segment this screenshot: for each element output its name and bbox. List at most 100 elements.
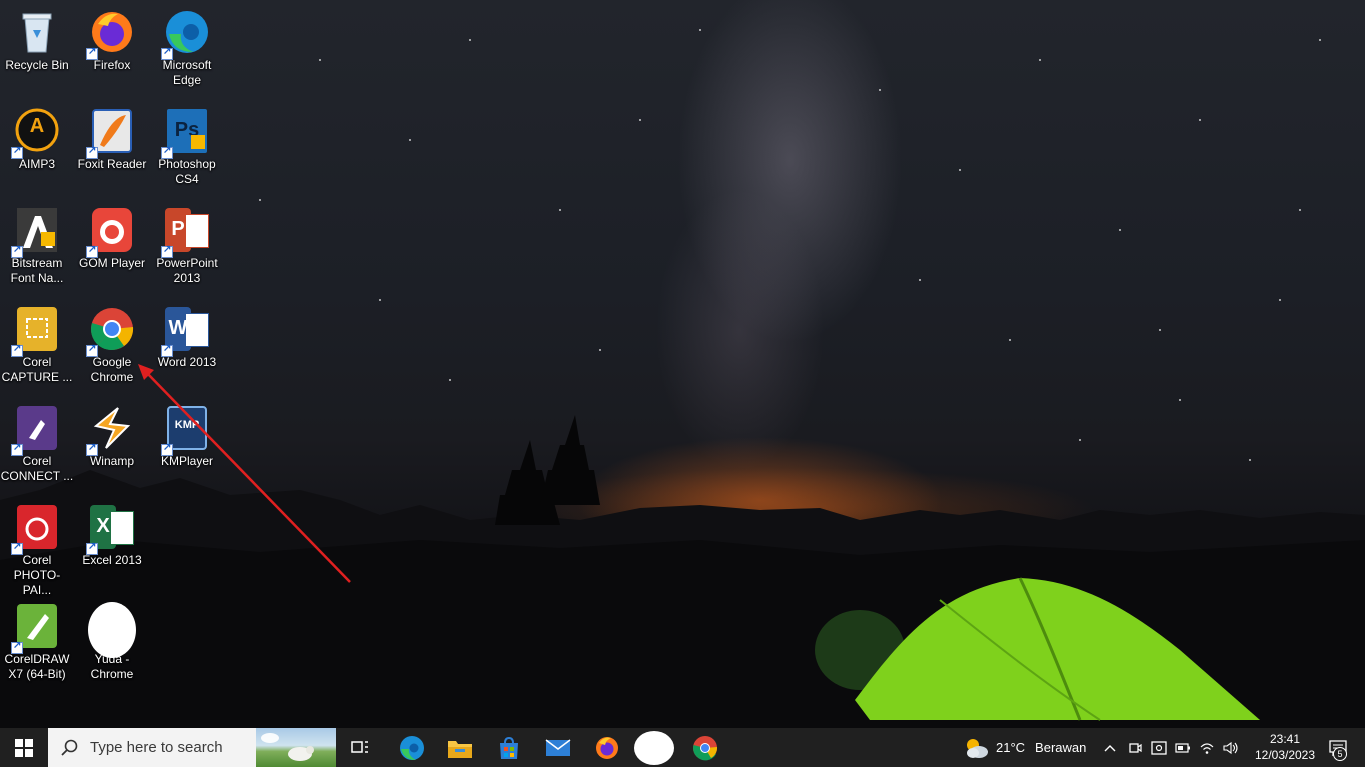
weather-temperature: 21°C (996, 740, 1026, 755)
desktop-icon-photoshop[interactable]: Ps Photoshop CS4 (150, 107, 224, 187)
chrome-icon (693, 735, 718, 760)
desktop-icon-google-chrome[interactable]: Google Chrome (75, 305, 149, 385)
icon-label: Winamp (89, 454, 134, 468)
shortcut-arrow-icon (11, 343, 23, 357)
task-view-button[interactable] (345, 728, 375, 767)
shortcut-arrow-icon (86, 145, 98, 159)
firefox-icon (86, 8, 136, 60)
corel-photo-paint-icon (11, 503, 61, 555)
desktop-icon-corel-capture[interactable]: Corel CAPTURE ... (0, 305, 74, 385)
photoshop-icon: Ps (161, 107, 211, 159)
shortcut-arrow-icon (161, 46, 173, 60)
wifi-icon (1200, 742, 1214, 754)
icon-label: Excel 2013 (82, 553, 142, 567)
tray-volume[interactable] (1220, 728, 1242, 767)
desktop-icon-word[interactable]: W Word 2013 (150, 305, 224, 370)
mail-icon (545, 738, 571, 756)
taskbar-file-explorer-button[interactable] (440, 728, 480, 767)
tray-app-icon[interactable] (1148, 728, 1170, 767)
desktop-icon-excel[interactable]: X Excel 2013 (75, 503, 149, 568)
chrome-profile-icon (634, 730, 674, 765)
desktop-icon-corel-photo-paint[interactable]: Corel PHOTO-PAI... (0, 503, 74, 598)
shortcut-arrow-icon (11, 442, 23, 456)
kmplayer-icon: KMP (161, 404, 211, 456)
chevron-up-icon (1104, 744, 1116, 751)
taskbar-chrome-profile-button[interactable] (633, 728, 675, 767)
icon-label: CorelDRAW X7 (64-Bit) (4, 652, 70, 681)
shortcut-arrow-icon (11, 541, 23, 555)
settings-alert-icon (1151, 740, 1167, 755)
desktop-icon-gom-player[interactable]: GOM Player (75, 206, 149, 271)
desktop-icon-recycle-bin[interactable]: Recycle Bin (0, 8, 74, 73)
tray-meet-now[interactable] (1124, 728, 1146, 767)
weather-widget[interactable]: 21°C Berawan (962, 728, 1094, 767)
clock-date: 12/03/2023 (1254, 748, 1316, 762)
task-view-icon (351, 740, 368, 753)
shortcut-arrow-icon (86, 541, 98, 555)
desktop-icon-winamp[interactable]: Winamp (75, 404, 149, 469)
recycle-bin-icon (13, 8, 61, 56)
icon-label: GOM Player (78, 256, 145, 270)
search-input[interactable] (88, 738, 252, 757)
icon-label: Corel PHOTO-PAI... (13, 553, 61, 597)
edge-icon (400, 735, 424, 760)
corel-connect-icon (11, 404, 61, 456)
excel-icon: X (86, 503, 136, 555)
shortcut-arrow-icon (86, 442, 98, 456)
tray-battery[interactable] (1172, 728, 1194, 767)
taskbar-store-button[interactable] (489, 728, 529, 767)
icon-label: PowerPoint 2013 (156, 256, 218, 285)
desktop-icon-bitstream-font[interactable]: Bitstream Font Na... (0, 206, 74, 286)
desktop-icon-coreldraw[interactable]: CorelDRAW X7 (64-Bit) (0, 602, 74, 682)
show-hidden-icons-button[interactable] (1100, 728, 1120, 767)
powerpoint-glyph: P (171, 218, 185, 240)
taskbar-search-box[interactable] (48, 728, 336, 767)
taskbar-firefox-button[interactable] (587, 728, 627, 767)
shortcut-arrow-icon (11, 244, 23, 258)
file-explorer-icon (448, 740, 472, 758)
taskbar-clock[interactable]: 23:41 12/03/2023 (1254, 731, 1316, 763)
foxit-reader-icon (86, 107, 136, 159)
start-button[interactable] (0, 728, 48, 767)
taskbar-edge-button[interactable] (392, 728, 432, 767)
windows-logo-icon (15, 738, 33, 757)
coreldraw-icon (11, 602, 61, 654)
shortcut-arrow-icon (161, 442, 173, 456)
shortcut-arrow-icon (86, 46, 98, 60)
winamp-icon (86, 404, 136, 456)
icon-label: Google Chrome (90, 355, 134, 384)
desktop-icon-foxit-reader[interactable]: Foxit Reader (75, 107, 149, 172)
microsoft-store-icon (500, 736, 518, 759)
word-icon: W (161, 305, 211, 357)
desktop-icon-microsoft-edge[interactable]: Microsoft Edge (150, 8, 224, 88)
icon-label: Corel CAPTURE ... (1, 355, 73, 384)
icon-label: Foxit Reader (77, 157, 147, 171)
icon-label: Corel CONNECT ... (0, 454, 74, 483)
gom-player-icon (86, 206, 136, 258)
partly-cloudy-icon (967, 738, 988, 758)
desktop-icon-yuda-chrome[interactable]: Yuda - Chrome (75, 602, 149, 682)
desktop-icon-aimp3[interactable]: A AIMP3 (0, 107, 74, 172)
shortcut-arrow-icon (161, 343, 173, 357)
shortcut-arrow-icon (11, 145, 23, 159)
word-glyph: W (168, 317, 188, 339)
firefox-icon (596, 736, 618, 759)
tray-network[interactable] (1196, 728, 1218, 767)
kmplayer-glyph: KMP (174, 419, 200, 431)
icon-label: Photoshop CS4 (158, 157, 216, 186)
speaker-icon (1223, 741, 1238, 754)
taskbar-chrome-button[interactable] (685, 728, 725, 767)
desktop-icon-corel-connect[interactable]: Corel CONNECT ... (0, 404, 74, 484)
icon-label: Recycle Bin (5, 58, 69, 72)
search-icon (61, 739, 78, 756)
clock-time: 23:41 (1269, 732, 1301, 746)
aimp-icon: A (11, 107, 61, 159)
desktop-icon-kmplayer[interactable]: KMP KMPlayer (150, 404, 224, 469)
desktop-icon-firefox[interactable]: Firefox (75, 8, 149, 73)
desktop-icon-powerpoint[interactable]: P PowerPoint 2013 (150, 206, 224, 286)
icon-label: Microsoft Edge (162, 58, 212, 87)
icon-label: Word 2013 (157, 355, 217, 369)
edge-icon (161, 8, 211, 60)
taskbar-mail-button[interactable] (538, 728, 578, 767)
corel-capture-icon (11, 305, 61, 357)
